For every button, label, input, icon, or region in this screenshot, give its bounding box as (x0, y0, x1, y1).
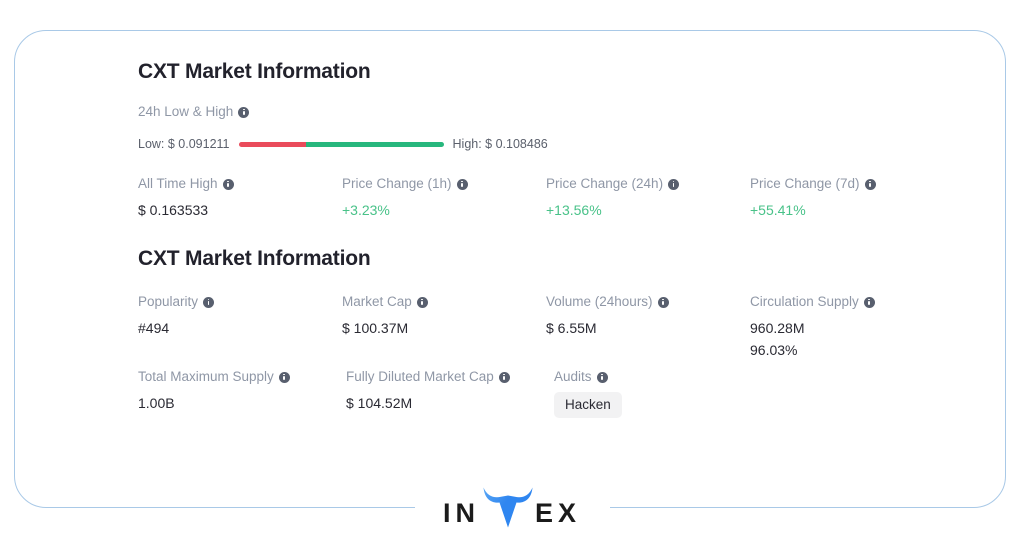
stat-label-text: Circulation Supply (750, 294, 859, 309)
low-high-label-text: 24h Low & High (138, 104, 234, 119)
stat-label: Total Maximum Supply (138, 369, 346, 385)
stat-label: Audits (554, 369, 758, 385)
stat-value: $ 104.52M (346, 395, 413, 411)
stat-label-text: Popularity (138, 294, 199, 309)
stat-label-text: Market Cap (342, 294, 412, 309)
stat-volume-24hours: Volume (24hours) $ 6.55M (546, 294, 750, 360)
range-low-text: Low: $ 0.091211 (138, 137, 230, 151)
info-icon[interactable] (222, 178, 234, 190)
stat-market-cap: Market Cap $ 100.37M (342, 294, 546, 360)
audit-badge-hacken[interactable]: Hacken (554, 392, 622, 418)
range-bar-high-segment (306, 141, 444, 147)
stat-label-text: All Time High (138, 176, 218, 191)
stat-label-text: Price Change (7d) (750, 176, 860, 191)
price-change-row: All Time High $ 0.163533 Price Change (1… (138, 176, 954, 220)
stat-audits: Audits Hacken (554, 369, 758, 418)
logo-text-in: IN (442, 498, 480, 528)
stat-value: $ 6.55M (546, 320, 597, 336)
stat-label: Price Change (7d) (750, 176, 954, 192)
market-stats-row-1: Popularity #494 Market Cap $ 100.37M Vol… (138, 294, 954, 360)
stat-label-text: Price Change (1h) (342, 176, 452, 191)
market-stats-row-2: Total Maximum Supply 1.00B Fully Diluted… (138, 369, 758, 418)
stat-value: 1.00B (138, 395, 175, 411)
stat-fully-diluted-market-cap: Fully Diluted Market Cap $ 104.52M (346, 369, 554, 418)
low-high-range-row: Low: $ 0.091211 High: $ 0.108486 (138, 137, 548, 151)
stat-label-text: Volume (24hours) (546, 294, 653, 309)
range-bar-low-segment (238, 141, 307, 147)
info-icon[interactable] (863, 296, 875, 308)
stat-label: All Time High (138, 176, 342, 192)
info-icon[interactable] (238, 106, 250, 118)
low-high-block: 24h Low & High Low: $ 0.091211 High: $ 0… (138, 104, 548, 151)
info-icon[interactable] (657, 296, 669, 308)
stat-label: Popularity (138, 294, 342, 310)
stat-label-text: Price Change (24h) (546, 176, 664, 191)
stat-label: Volume (24hours) (546, 294, 750, 310)
info-icon[interactable] (596, 371, 608, 383)
info-icon[interactable] (416, 296, 428, 308)
invex-logo: IN EX (443, 482, 581, 528)
stat-value: +3.23% (342, 202, 390, 218)
stat-label: Circulation Supply (750, 294, 954, 310)
stat-value: +13.56% (546, 202, 602, 218)
info-icon[interactable] (278, 371, 290, 383)
stat-label-text: Fully Diluted Market Cap (346, 369, 494, 384)
stat-circulation-supply: Circulation Supply 960.28M 96.03% (750, 294, 954, 360)
info-icon[interactable] (456, 178, 468, 190)
stat-price-change-7d: Price Change (7d) +55.41% (750, 176, 954, 220)
low-high-range-bar (238, 141, 444, 147)
info-icon[interactable] (668, 178, 680, 190)
stat-value: +55.41% (750, 202, 806, 218)
stat-value: $ 100.37M (342, 320, 409, 336)
info-icon[interactable] (203, 296, 215, 308)
stat-value: 960.28M (750, 320, 805, 336)
stat-price-change-24h: Price Change (24h) +13.56% (546, 176, 750, 220)
logo-text-ex: EX (534, 498, 582, 528)
stat-value: $ 0.163533 (138, 202, 209, 218)
stat-value: #494 (138, 320, 170, 336)
low-high-label: 24h Low & High (138, 104, 548, 120)
section-1-title: CXT Market Information (138, 60, 371, 83)
stat-label: Price Change (1h) (342, 176, 546, 192)
stat-label-text: Audits (554, 369, 592, 384)
stat-all-time-high: All Time High $ 0.163533 (138, 176, 342, 220)
stat-value-secondary: 96.03% (750, 342, 798, 358)
range-high-text: High: $ 0.108486 (452, 137, 548, 151)
stat-price-change-1h: Price Change (1h) +3.23% (342, 176, 546, 220)
info-icon[interactable] (864, 178, 876, 190)
info-icon[interactable] (498, 371, 510, 383)
stat-label-text: Total Maximum Supply (138, 369, 274, 384)
footer-logo: IN EX (0, 482, 1024, 528)
stat-label: Price Change (24h) (546, 176, 750, 192)
stat-label: Market Cap (342, 294, 546, 310)
bull-horns-v-icon (482, 484, 534, 528)
section-2-title: CXT Market Information (138, 247, 371, 270)
stat-label: Fully Diluted Market Cap (346, 369, 554, 385)
stat-total-maximum-supply: Total Maximum Supply 1.00B (138, 369, 346, 418)
stat-popularity: Popularity #494 (138, 294, 342, 360)
